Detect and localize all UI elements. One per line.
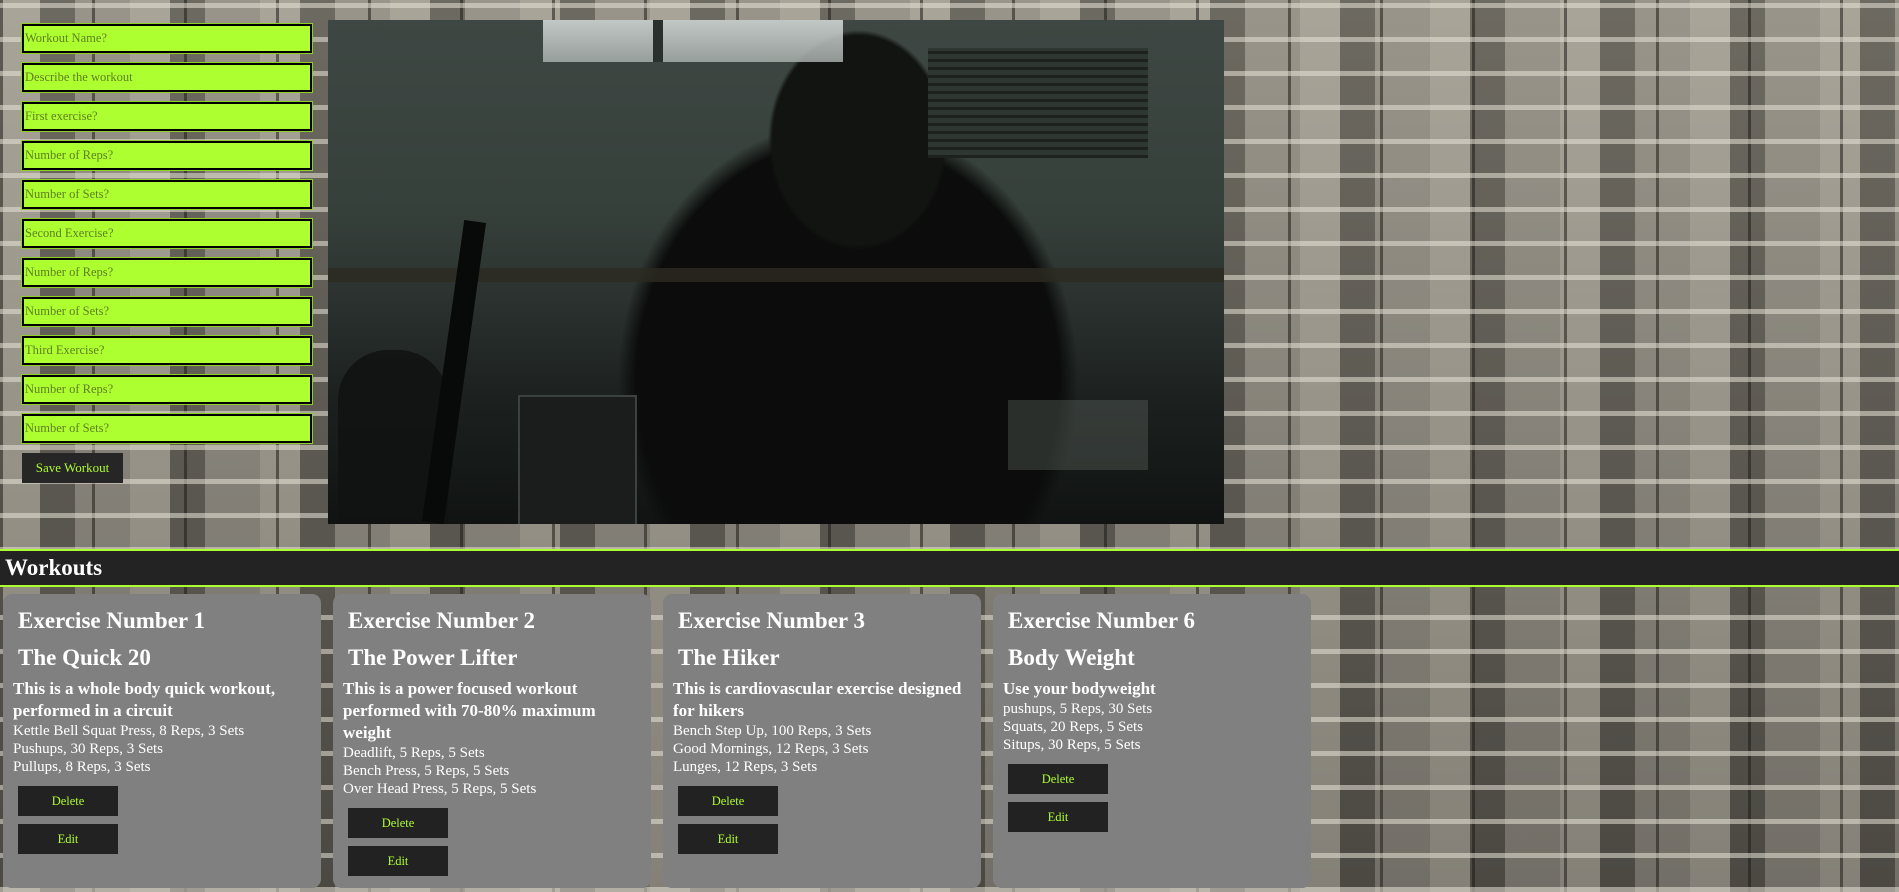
first-exercise-sets-input[interactable] bbox=[21, 179, 313, 210]
card-number-label: Exercise Number 6 bbox=[1008, 608, 1195, 633]
card-exercise-line: Good Mornings, 12 Reps, 3 Sets bbox=[673, 741, 869, 757]
second-exercise-sets-input[interactable] bbox=[21, 296, 313, 327]
workout-name-input[interactable] bbox=[21, 23, 313, 54]
workouts-header-bar: Workouts bbox=[0, 549, 1899, 587]
card-workout-name: The Power Lifter bbox=[348, 645, 518, 670]
card-exercise-line: Pullups, 8 Reps, 3 Sets bbox=[13, 759, 151, 775]
card-exercise-line: Over Head Press, 5 Reps, 5 Sets bbox=[343, 781, 537, 797]
hero-light bbox=[1008, 400, 1148, 470]
workout-card: Exercise Number 1 The Quick 20 This is a… bbox=[3, 594, 321, 888]
card-description: This is a power focused workout performe… bbox=[343, 679, 596, 742]
card-exercise-line: Lunges, 12 Reps, 3 Sets bbox=[673, 759, 818, 775]
third-exercise-input[interactable] bbox=[21, 335, 313, 366]
hero-panel bbox=[518, 395, 637, 524]
delete-button[interactable]: Delete bbox=[678, 786, 778, 816]
save-workout-button[interactable]: Save Workout bbox=[22, 453, 123, 483]
edit-button[interactable]: Edit bbox=[1008, 802, 1108, 832]
card-exercise-line: Pushups, 30 Reps, 3 Sets bbox=[13, 741, 164, 757]
workout-card: Exercise Number 6 Body Weight Use your b… bbox=[993, 594, 1311, 888]
card-number-label: Exercise Number 1 bbox=[18, 608, 205, 633]
card-description: This is cardiovascular exercise designed… bbox=[673, 679, 962, 720]
delete-button[interactable]: Delete bbox=[348, 808, 448, 838]
hero-window-frame bbox=[653, 20, 663, 62]
second-exercise-reps-input[interactable] bbox=[21, 257, 313, 288]
workout-card: Exercise Number 2 The Power Lifter This … bbox=[333, 594, 651, 888]
card-number-label: Exercise Number 3 bbox=[678, 608, 865, 633]
card-description: Use your bodyweight bbox=[1003, 679, 1156, 698]
card-exercise-line: Kettle Bell Squat Press, 8 Reps, 3 Sets bbox=[13, 723, 245, 739]
delete-button[interactable]: Delete bbox=[1008, 764, 1108, 794]
edit-button[interactable]: Edit bbox=[348, 846, 448, 876]
card-description: This is a whole body quick workout, perf… bbox=[13, 679, 276, 720]
hero-vent bbox=[928, 48, 1148, 158]
card-workout-name: Body Weight bbox=[1008, 645, 1135, 670]
card-exercise-line: Bench Press, 5 Reps, 5 Sets bbox=[343, 763, 510, 779]
workout-description-input[interactable] bbox=[21, 62, 313, 93]
delete-button[interactable]: Delete bbox=[18, 786, 118, 816]
third-exercise-reps-input[interactable] bbox=[21, 374, 313, 405]
card-number-label: Exercise Number 2 bbox=[348, 608, 535, 633]
card-exercise-line: Squats, 20 Reps, 5 Sets bbox=[1003, 719, 1144, 735]
hero-window bbox=[543, 20, 843, 62]
card-exercise-line: Bench Step Up, 100 Reps, 3 Sets bbox=[673, 723, 872, 739]
workout-form: Save Workout bbox=[21, 23, 313, 483]
hero-photo bbox=[328, 20, 1224, 524]
card-exercise-line: Situps, 30 Reps, 5 Sets bbox=[1003, 737, 1141, 753]
edit-button[interactable]: Edit bbox=[18, 824, 118, 854]
first-exercise-reps-input[interactable] bbox=[21, 140, 313, 171]
workouts-heading: Workouts bbox=[5, 555, 103, 580]
first-exercise-input[interactable] bbox=[21, 101, 313, 132]
second-exercise-input[interactable] bbox=[21, 218, 313, 249]
third-exercise-sets-input[interactable] bbox=[21, 413, 313, 444]
card-exercise-line: pushups, 5 Reps, 30 Sets bbox=[1003, 701, 1153, 717]
edit-button[interactable]: Edit bbox=[678, 824, 778, 854]
card-workout-name: The Hiker bbox=[678, 645, 780, 670]
card-workout-name: The Quick 20 bbox=[18, 645, 151, 670]
workout-card: Exercise Number 3 The Hiker This is card… bbox=[663, 594, 981, 888]
card-exercise-line: Deadlift, 5 Reps, 5 Sets bbox=[343, 745, 485, 761]
